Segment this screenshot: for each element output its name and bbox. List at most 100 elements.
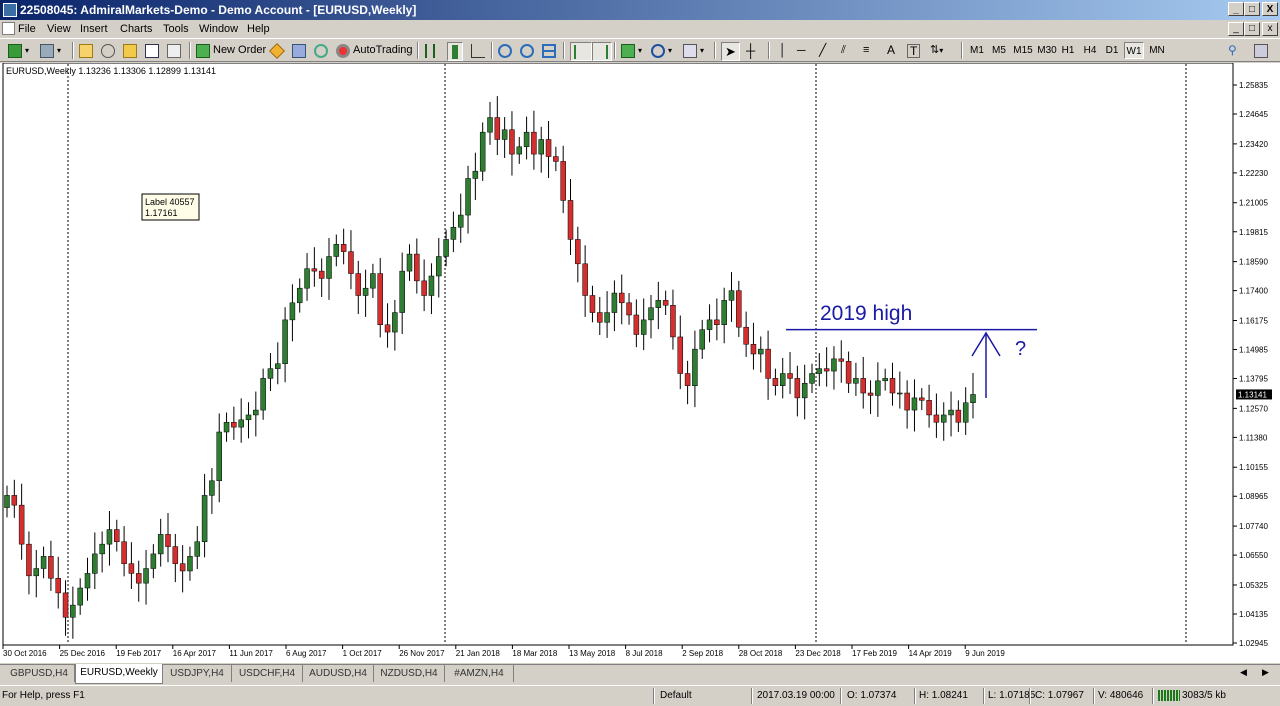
zoom-out-button[interactable] (520, 42, 537, 59)
candle-body (428, 275, 435, 296)
candle-body (121, 541, 127, 564)
navigator-icon (101, 43, 115, 58)
arrows-icon: ⇅ (930, 44, 940, 56)
community-button[interactable] (1254, 42, 1271, 59)
candle-body (670, 305, 676, 338)
new-order-button[interactable]: New Order (196, 42, 266, 59)
candle-body (589, 295, 596, 313)
price-tick-label: 1.22230 (1239, 169, 1268, 178)
tabs-scroll-left-icon[interactable]: ◀ (1240, 667, 1247, 678)
trendline-button[interactable]: ╱ (819, 42, 826, 59)
price-tick-label: 1.07740 (1239, 522, 1268, 531)
candle-body (436, 256, 442, 277)
periods-button[interactable]: ▾ (651, 42, 672, 59)
timeframe-d1[interactable]: D1 (1102, 42, 1122, 59)
menu-file[interactable]: File (18, 22, 36, 36)
fibonacci-button[interactable]: ≡ (863, 42, 869, 59)
candle-body (479, 131, 486, 172)
price-chart[interactable]: 1.25835 1.24645 1.23420 1.22230 1.21005 1.198… (0, 62, 1280, 663)
date-tick-label: 16 Apr 2017 (173, 649, 217, 658)
equidistant-channel-button[interactable]: ⫽ (841, 42, 846, 59)
chart-window[interactable]: 1.25835 1.24645 1.23420 1.22230 1.21005 1.198… (0, 62, 1280, 663)
terminal-button[interactable] (145, 42, 162, 59)
new-chart-button[interactable]: ▾ (8, 42, 29, 59)
cursor-button[interactable]: ➤ (721, 42, 740, 61)
timeframe-w1[interactable]: W1 (1124, 42, 1144, 59)
chart-close-button[interactable]: x (1262, 22, 1278, 36)
candle-body (245, 414, 252, 421)
strategy-tester-button[interactable] (167, 42, 184, 59)
candlestick-button[interactable] (447, 42, 463, 61)
crosshair-button[interactable]: ┼ (746, 42, 755, 59)
menu-help[interactable]: Help (247, 22, 270, 36)
market-watch-button[interactable] (79, 42, 96, 59)
tab-nzdusd-h4[interactable]: NZDUSD,H4 (374, 665, 445, 682)
label-object[interactable]: Label 40557 1.17161 (141, 193, 200, 221)
zoom-in-button[interactable] (498, 42, 515, 59)
menu-charts[interactable]: Charts (120, 22, 152, 36)
data-window-button[interactable] (123, 42, 140, 59)
candle-body (187, 556, 193, 572)
metaeditor-button[interactable] (269, 42, 287, 59)
close-button[interactable]: X (1262, 2, 1278, 16)
vertical-line-button[interactable]: │ (779, 42, 787, 59)
menu-view[interactable]: View (47, 22, 71, 36)
candle-body (626, 302, 632, 316)
price-tick-label: 1.02945 (1239, 639, 1268, 648)
tabs-scroll-right-icon[interactable]: ▶ (1262, 667, 1269, 678)
timeframe-h4[interactable]: H4 (1080, 42, 1100, 59)
timeframe-m5[interactable]: M5 (989, 42, 1009, 59)
candle-body (450, 226, 457, 240)
indicators-button[interactable]: ▾ (621, 42, 642, 59)
menu-window[interactable]: Window (199, 22, 238, 36)
toolbar-separator (714, 42, 716, 59)
bar-chart-button[interactable] (425, 42, 438, 59)
timeframe-m15[interactable]: M15 (1011, 42, 1035, 59)
menu-tools[interactable]: Tools (163, 22, 189, 36)
candle-body (62, 592, 69, 618)
autoscroll-button[interactable] (570, 42, 592, 61)
text-button[interactable]: A (887, 42, 895, 59)
tab-audusd-h4[interactable]: AUDUSD,H4 (303, 665, 374, 682)
label-title: Label 40557 (145, 197, 195, 207)
line-chart-button[interactable] (471, 42, 488, 59)
tab-usdjpy-h4[interactable]: USDJPY,H4 (163, 665, 232, 682)
market-button[interactable] (314, 42, 331, 59)
restore-button[interactable]: □ (1244, 2, 1260, 16)
price-tick-label: 1.24645 (1239, 110, 1268, 119)
candle-body (11, 495, 18, 506)
tile-windows-button[interactable] (542, 42, 559, 59)
profiles-button[interactable]: ▾ (40, 42, 61, 59)
autotrading-button[interactable]: AutoTrading (336, 42, 413, 59)
candle-body (823, 368, 830, 372)
minimize-button[interactable]: _ (1228, 2, 1244, 16)
timeframe-h1[interactable]: H1 (1058, 42, 1078, 59)
tab-eurusd-weekly[interactable]: EURUSD,Weekly (75, 664, 163, 684)
horizontal-line-button[interactable]: ─ (797, 42, 806, 59)
timeframe-mn[interactable]: MN (1146, 42, 1168, 59)
candle-body (728, 290, 735, 301)
candle-body (838, 358, 845, 362)
chart-restore-button[interactable]: □ (1244, 22, 1260, 36)
candle-body (919, 397, 925, 401)
candle-body (853, 378, 859, 384)
chart-shift-button[interactable] (592, 42, 612, 61)
navigator-button[interactable] (101, 42, 118, 59)
tab-usdchf-h4[interactable]: USDCHF,H4 (232, 665, 303, 682)
timeframe-m1[interactable]: M1 (967, 42, 987, 59)
arrows-button[interactable]: ⇅ ▾ (930, 42, 943, 59)
search-button[interactable]: ⚲ (1228, 42, 1237, 59)
timeframe-m30[interactable]: M30 (1035, 42, 1059, 59)
tab-amzn-h4[interactable]: #AMZN,H4 (445, 665, 514, 682)
status-help: For Help, press F1 (2, 690, 85, 701)
signals-button[interactable] (292, 42, 309, 59)
candle-body (472, 170, 479, 179)
chart-minimize-button[interactable]: _ (1228, 22, 1244, 36)
candle-body (684, 373, 691, 386)
templates-button[interactable]: ▾ (683, 42, 704, 59)
text-label-button[interactable]: T (907, 42, 921, 59)
menu-insert[interactable]: Insert (80, 22, 108, 36)
chart-window-icon[interactable] (2, 22, 15, 35)
tab-gbpusd-h4[interactable]: GBPUSD,H4 (4, 665, 75, 682)
line-chart-icon (471, 43, 485, 58)
